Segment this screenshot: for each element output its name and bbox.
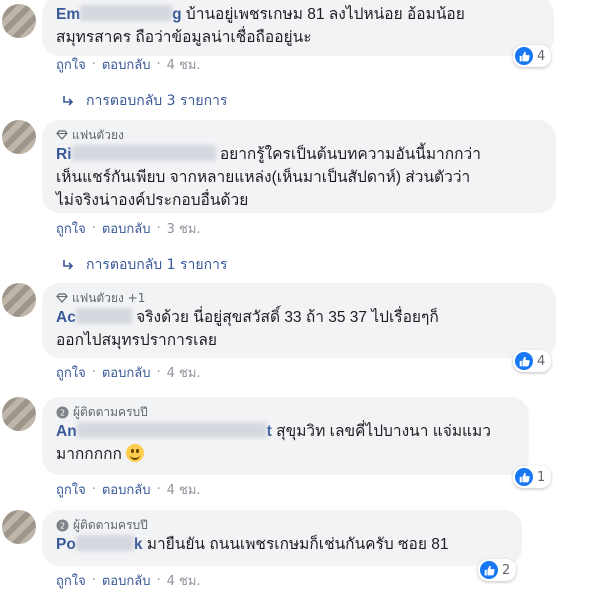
- comment-bubble: แฟนตัวยง +1 Ac จริงด้วย นี่อยู่สุขสวัสดิ…: [42, 283, 556, 358]
- avatar[interactable]: [2, 120, 36, 154]
- redacted-name-block: [75, 535, 134, 551]
- redacted-name-block: [75, 308, 132, 324]
- reaction-summary[interactable]: 4: [513, 45, 552, 67]
- comment-actions: ถูกใจ · ตอบกลับ · 4 ชม.: [56, 54, 201, 75]
- redacted-name-block: [76, 422, 267, 438]
- view-replies-link[interactable]: การตอบกลับ 1 รายการ: [62, 254, 227, 276]
- thumbs-up-icon: [480, 561, 498, 579]
- diamond-icon: [56, 130, 68, 140]
- comment-text: An t สุขุมวิท เลขคี่ไปบางนา แจ่มแมว มากกก…: [56, 422, 491, 463]
- thumbs-up-icon: [515, 468, 533, 486]
- reaction-summary[interactable]: 1: [513, 466, 552, 488]
- reply-link[interactable]: ตอบกลับ: [102, 362, 151, 383]
- svg-text:2: 2: [60, 521, 65, 530]
- comment-bubble: แฟนตัวยง Ri อยากรู้ใครเป็นต้นบทความอันนี…: [42, 120, 556, 213]
- fan-badge: แฟนตัวยง +1: [56, 290, 542, 306]
- comment-bubble: 2 ผู้ติดตามครบปี An t สุขุมวิท เลขคี่ไปบา…: [42, 397, 529, 475]
- commenter-name[interactable]: An t: [56, 422, 272, 440]
- comment-bubble: 2 ผู้ติดตามครบปี Po k มายืนยัน ถนนเพชรเกษ…: [42, 510, 522, 566]
- like-link[interactable]: ถูกใจ: [56, 54, 86, 75]
- comment-timestamp[interactable]: 4 ชม.: [167, 362, 201, 383]
- comment-timestamp[interactable]: 4 ชม.: [167, 570, 201, 591]
- comment-timestamp[interactable]: 3 ชม.: [167, 218, 201, 239]
- reply-arrow-icon: [63, 260, 74, 270]
- avatar[interactable]: [2, 4, 36, 38]
- like-link[interactable]: ถูกใจ: [56, 362, 86, 383]
- comment-text: Po k มายืนยัน ถนนเพชรเกษมก็เช่นกันครับ ซอ…: [56, 535, 449, 553]
- reply-link[interactable]: ตอบกลับ: [102, 570, 151, 591]
- comment-text: Ri อยากรู้ใครเป็นต้นบทความอันนี้มากกว่า …: [56, 145, 481, 209]
- follower-badge-icon: 2: [56, 519, 69, 531]
- reaction-count: 2: [502, 562, 511, 578]
- comment-actions: ถูกใจ · ตอบกลับ · 3 ชม.: [56, 218, 201, 239]
- comment-actions: ถูกใจ · ตอบกลับ · 4 ชม.: [56, 362, 201, 383]
- avatar[interactable]: [2, 397, 36, 431]
- reaction-count: 1: [537, 469, 546, 485]
- smiling-face-emoji: [126, 444, 145, 462]
- comment-actions: ถูกใจ · ตอบกลับ · 4 ชม.: [56, 570, 201, 591]
- like-link[interactable]: ถูกใจ: [56, 570, 86, 591]
- reply-link[interactable]: ตอบกลับ: [102, 54, 151, 75]
- like-link[interactable]: ถูกใจ: [56, 479, 86, 500]
- comment-text: Em g บ้านอยู่เพชรเกษม 81 ลงไปหน่อย อ้อมน้…: [56, 5, 465, 46]
- follower-badge-icon: 2: [56, 406, 69, 418]
- fan-badge: แฟนตัวยง: [56, 127, 542, 143]
- reply-arrow-icon: [63, 96, 74, 106]
- commenter-name[interactable]: Em g: [56, 5, 182, 23]
- avatar[interactable]: [2, 510, 36, 544]
- comment-actions: ถูกใจ · ตอบกลับ · 4 ชม.: [56, 479, 201, 500]
- svg-text:2: 2: [60, 408, 65, 417]
- avatar[interactable]: [2, 283, 36, 317]
- comment-text: Ac จริงด้วย นี่อยู่สุขสวัสดิ์ 33 ถ้า 35 …: [56, 308, 439, 349]
- comment-timestamp[interactable]: 4 ชม.: [167, 54, 201, 75]
- reply-link[interactable]: ตอบกลับ: [102, 479, 151, 500]
- like-link[interactable]: ถูกใจ: [56, 218, 86, 239]
- diamond-icon: [56, 293, 68, 303]
- redacted-name-block: [80, 5, 173, 21]
- reaction-summary[interactable]: 4: [513, 350, 552, 372]
- reply-link[interactable]: ตอบกลับ: [102, 218, 151, 239]
- thumbs-up-icon: [515, 352, 533, 370]
- reaction-summary[interactable]: 2: [478, 559, 517, 581]
- reaction-count: 4: [537, 353, 546, 369]
- commenter-name[interactable]: Po k: [56, 535, 142, 553]
- commenter-name[interactable]: Ri: [56, 145, 216, 163]
- comment-timestamp[interactable]: 4 ชม.: [167, 479, 201, 500]
- comment-bubble: Em g บ้านอยู่เพชรเกษม 81 ลงไปหน่อย อ้อมน้…: [42, 0, 554, 56]
- follower-badge: 2 ผู้ติดตามครบปี: [56, 517, 508, 533]
- redacted-name-block: [71, 145, 216, 161]
- follower-badge: 2 ผู้ติดตามครบปี: [56, 404, 515, 420]
- thumbs-up-icon: [515, 47, 533, 65]
- view-replies-link[interactable]: การตอบกลับ 3 รายการ: [62, 90, 227, 112]
- reaction-count: 4: [537, 48, 546, 64]
- commenter-name[interactable]: Ac: [56, 308, 132, 326]
